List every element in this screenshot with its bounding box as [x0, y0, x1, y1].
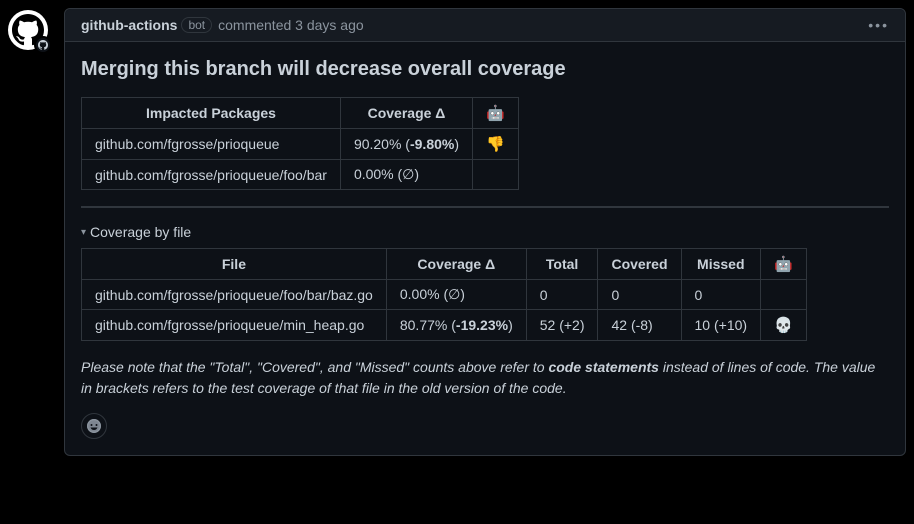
author-avatar[interactable] — [8, 10, 48, 50]
file-coverage: 0.00% (∅) — [386, 280, 526, 310]
skull-icon: 💀 — [761, 310, 807, 341]
col-file: File — [82, 249, 387, 280]
packages-table: Impacted Packages Coverage Δ 🤖 github.co… — [81, 97, 519, 190]
bot-badge-icon — [34, 36, 52, 54]
author-link[interactable]: github-actions — [81, 17, 177, 33]
table-row: github.com/fgrosse/prioqueue 90.20% (-9.… — [82, 129, 519, 160]
bot-label: bot — [181, 17, 212, 33]
col-coverage-delta: Coverage Δ — [340, 98, 472, 129]
coverage-title: Merging this branch will decrease overal… — [81, 58, 889, 81]
pkg-name: github.com/fgrosse/prioqueue — [82, 129, 341, 160]
footnote: Please note that the "Total", "Covered",… — [81, 357, 889, 399]
file-missed: 10 (+10) — [681, 310, 761, 341]
pkg-coverage: 0.00% (∅) — [340, 160, 472, 190]
file-total: 52 (+2) — [526, 310, 598, 341]
table-row: github.com/fgrosse/prioqueue/min_heap.go… — [82, 310, 807, 341]
file-covered: 0 — [598, 280, 681, 310]
add-reaction-button[interactable] — [81, 413, 107, 439]
status-emoji — [473, 160, 519, 190]
status-emoji — [761, 280, 807, 310]
more-actions-icon[interactable]: ••• — [868, 17, 889, 33]
col-total: Total — [526, 249, 598, 280]
file-name: github.com/fgrosse/prioqueue/min_heap.go — [82, 310, 387, 341]
pkg-name: github.com/fgrosse/prioqueue/foo/bar — [82, 160, 341, 190]
file-missed: 0 — [681, 280, 761, 310]
comment-body: Merging this branch will decrease overal… — [65, 42, 905, 455]
col-robot-icon: 🤖 — [473, 98, 519, 129]
thumbs-down-icon: 👎 — [473, 129, 519, 160]
col-missed: Missed — [681, 249, 761, 280]
pkg-coverage: 90.20% (-9.80%) — [340, 129, 472, 160]
col-packages: Impacted Packages — [82, 98, 341, 129]
smiley-icon — [86, 418, 102, 434]
table-row: github.com/fgrosse/prioqueue/foo/bar 0.0… — [82, 160, 519, 190]
comment-container: github-actions bot commented 3 days ago … — [64, 8, 906, 456]
comment-header: github-actions bot commented 3 days ago … — [65, 9, 905, 42]
col-robot-icon: 🤖 — [761, 249, 807, 280]
file-covered: 42 (-8) — [598, 310, 681, 341]
file-total: 0 — [526, 280, 598, 310]
col-coverage-delta: Coverage Δ — [386, 249, 526, 280]
divider — [81, 206, 889, 208]
timestamp-link[interactable]: 3 days ago — [295, 17, 364, 33]
commented-text: commented 3 days ago — [218, 17, 364, 33]
table-row: github.com/fgrosse/prioqueue/foo/bar/baz… — [82, 280, 807, 310]
col-covered: Covered — [598, 249, 681, 280]
file-name: github.com/fgrosse/prioqueue/foo/bar/baz… — [82, 280, 387, 310]
coverage-by-file-toggle[interactable]: Coverage by file — [81, 224, 889, 240]
files-table: File Coverage Δ Total Covered Missed 🤖 g… — [81, 248, 807, 341]
file-coverage: 80.77% (-19.23%) — [386, 310, 526, 341]
